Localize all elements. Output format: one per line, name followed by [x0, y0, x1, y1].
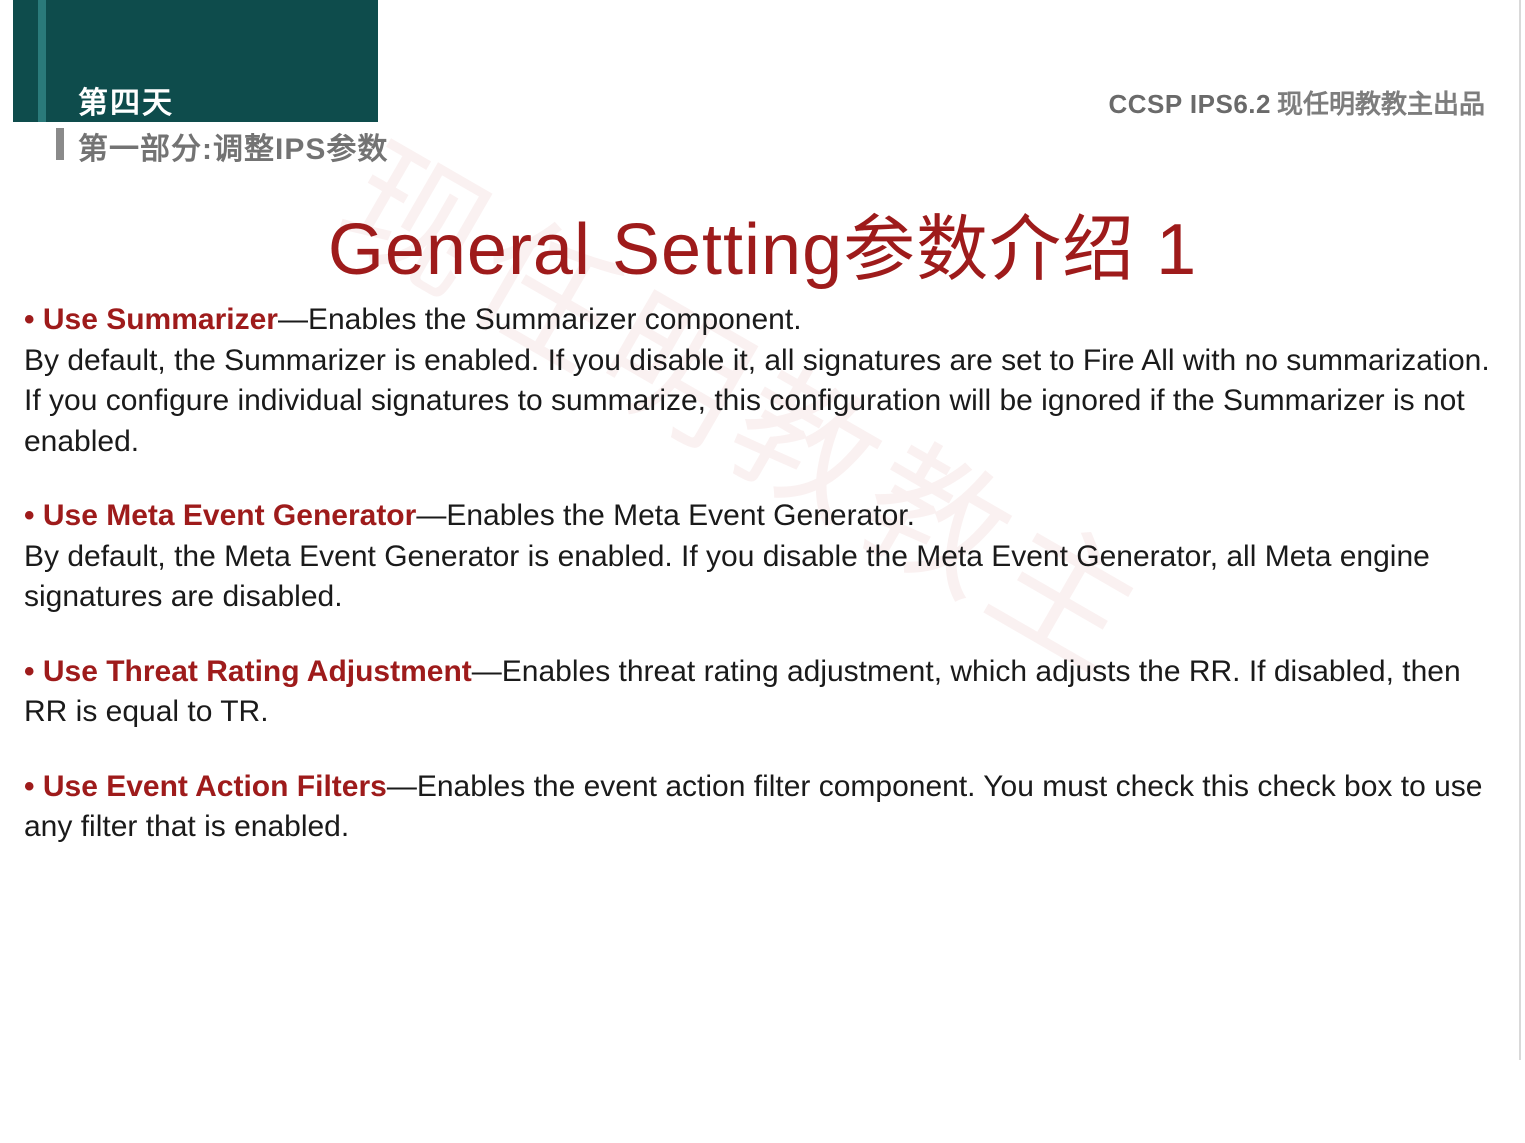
item-lead: Use Threat Rating Adjustment: [43, 655, 472, 688]
body-content: • Use Summarizer—Enables the Summarizer …: [24, 300, 1501, 882]
item-lead: Use Summarizer: [43, 303, 278, 336]
course-tail: 现任明教教主出品: [1277, 89, 1485, 119]
header-teal-block: [13, 0, 378, 122]
item-body: By default, the Meta Event Generator is …: [24, 540, 1430, 614]
part-label: 第一部分:调整IPS参数: [78, 124, 388, 168]
bullet-dot: •: [24, 499, 43, 532]
bullet-dot: •: [24, 770, 43, 803]
slide-title: General Setting参数介绍 1: [0, 190, 1525, 295]
bullet-item: • Use Summarizer—Enables the Summarizer …: [24, 300, 1501, 462]
item-lead-tail: —Enables the Meta Event Generator.: [416, 499, 915, 532]
item-body: By default, the Summarizer is enabled. I…: [24, 344, 1490, 458]
slide: 现任明教教主 第四天 第一部分:调整IPS参数 CCSP IPS6.2现任明教教…: [0, 0, 1525, 1143]
course-code: CCSP IPS6.2: [1108, 89, 1271, 119]
course-line: CCSP IPS6.2现任明教教主出品: [1108, 84, 1485, 121]
bullet-dot: •: [24, 303, 43, 336]
bullet-item: • Use Meta Event Generator—Enables the M…: [24, 496, 1501, 618]
item-lead: Use Meta Event Generator: [43, 499, 416, 532]
day-label: 第四天: [78, 78, 174, 122]
part-accent-bar: [56, 128, 64, 160]
bullet-item: • Use Event Action Filters—Enables the e…: [24, 767, 1501, 848]
bullet-item: • Use Threat Rating Adjustment—Enables t…: [24, 652, 1501, 733]
bullet-dot: •: [24, 655, 43, 688]
item-lead-tail: —Enables the Summarizer component.: [278, 303, 802, 336]
item-lead: Use Event Action Filters: [43, 770, 387, 803]
header-teal-accent: [38, 0, 46, 122]
page-edge: [1519, 0, 1521, 1060]
